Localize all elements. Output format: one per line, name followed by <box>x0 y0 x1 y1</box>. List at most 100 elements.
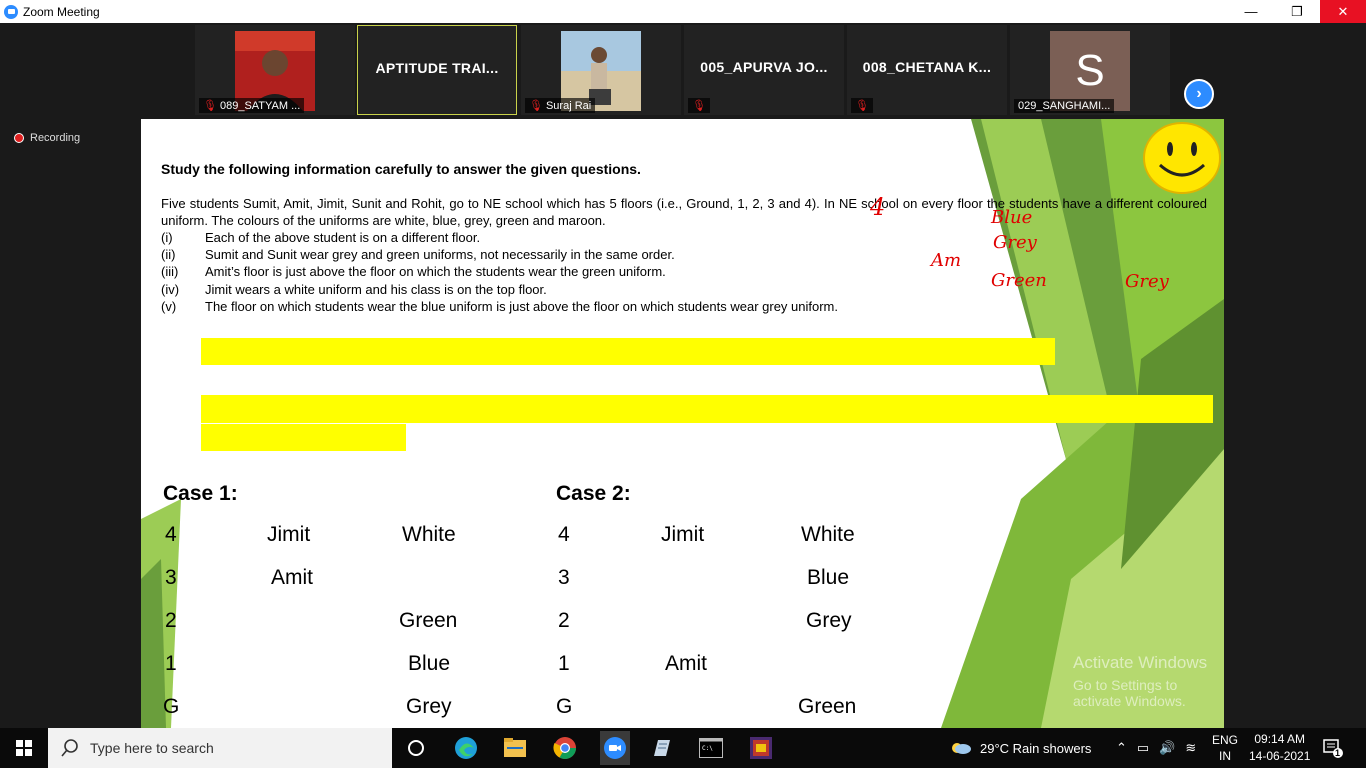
highlight-bar <box>201 338 1055 365</box>
taskbar-search-box[interactable]: Type here to search <box>48 728 392 768</box>
taskbar-chrome[interactable] <box>551 734 579 762</box>
notification-icon <box>1323 739 1343 758</box>
clue-text: Each of the above student is on a differ… <box>205 230 481 245</box>
minimize-button[interactable]: — <box>1228 0 1274 23</box>
case-2-floor: 1 <box>558 652 570 675</box>
participant-name-tag: 🎙 <box>851 98 873 113</box>
case-2-color: Blue <box>807 566 850 589</box>
clue-text: The floor on which students wear the blu… <box>205 299 838 314</box>
case-1-floor: G <box>163 695 180 718</box>
app-icon <box>750 737 772 759</box>
case-1-title: Case 1: <box>163 482 238 505</box>
smiley-face-icon <box>1143 122 1221 194</box>
case-2-name: Amit <box>665 652 707 675</box>
activate-windows-watermark-sub: Go to Settings to activate Windows. <box>1073 677 1186 709</box>
taskbar-edge[interactable] <box>452 734 480 762</box>
taskbar-zoom-active[interactable] <box>600 731 630 765</box>
participant-tile[interactable]: 🎙 089_SATYAM ... <box>195 25 355 115</box>
notepad-icon <box>654 740 670 756</box>
folder-icon <box>504 738 526 757</box>
clock[interactable]: 09:14 AM 14-06-2021 <box>1249 728 1310 768</box>
highlight-bar <box>201 395 1213 423</box>
system-tray[interactable]: ⌃ ▭ 🔊 ≋ <box>1116 728 1196 768</box>
task-view-button[interactable] <box>402 734 430 762</box>
case-1-color: White <box>402 523 456 546</box>
participant-tile[interactable]: 🎙 Suraj Rai <box>521 25 681 115</box>
chevron-up-icon[interactable]: ⌃ <box>1116 740 1127 756</box>
participant-name-tag: 🎙 <box>688 98 710 113</box>
shared-screen-slide: Study the following information carefull… <box>141 119 1224 728</box>
participant-tile[interactable]: 008_CHETANA K... 🎙 <box>847 25 1007 115</box>
case-2-color: Grey <box>806 609 852 632</box>
language-code: ENG <box>1212 733 1239 747</box>
case-1-color: Grey <box>406 695 452 718</box>
participant-name: APTITUDE TRAI... <box>375 60 499 76</box>
region-code: IN <box>1219 749 1231 763</box>
case-1-color: Blue <box>408 652 451 675</box>
case-1-name: Amit <box>271 566 313 589</box>
weather-widget[interactable]: 29°C Rain showers <box>950 728 1091 768</box>
handwritten-annotation: Blue <box>991 207 1033 228</box>
case-1-color: Green <box>399 609 458 632</box>
clue-number: (iv) <box>161 282 180 297</box>
clue-item: (ii) Sumit and Sunit wear grey and green … <box>161 247 675 262</box>
case-2-title: Case 2: <box>556 482 631 505</box>
language-indicator[interactable]: ENG IN <box>1212 728 1238 768</box>
recording-indicator[interactable]: Recording <box>14 132 80 144</box>
taskbar-app[interactable] <box>648 734 676 762</box>
clue-item: (v) The floor on which students wear the … <box>161 299 838 314</box>
start-button[interactable] <box>0 728 48 768</box>
taskbar-terminal[interactable]: C:\ <box>697 734 725 762</box>
clue-number: (ii) <box>161 247 176 262</box>
rain-cloud-icon <box>952 743 971 754</box>
case-2-name: Jimit <box>661 523 705 546</box>
taskbar-file-explorer[interactable] <box>501 734 529 762</box>
case-2-floor: 2 <box>558 609 570 632</box>
participant-name-tag: 🎙 Suraj Rai <box>525 98 596 113</box>
clock-date: 14-06-2021 <box>1249 749 1311 763</box>
clock-time: 09:14 AM <box>1254 732 1306 746</box>
handwritten-annotation: 4 <box>870 193 886 221</box>
handwritten-annotation: Green <box>991 270 1047 291</box>
participant-tile[interactable]: S 029_SANGHAMI... <box>1010 25 1170 115</box>
handwritten-annotation: Am <box>931 250 962 271</box>
window-title: Zoom Meeting <box>23 4 100 19</box>
participant-name: 089_SATYAM ... <box>219 99 301 112</box>
clue-text: Sumit and Sunit wear grey and green unif… <box>205 247 675 262</box>
participant-tile[interactable]: 005_APURVA JO... 🎙 <box>684 25 844 115</box>
case-2-floor: 3 <box>558 566 570 589</box>
search-placeholder: Type here to search <box>90 740 214 756</box>
maximize-button[interactable]: ❐ <box>1274 0 1320 23</box>
clue-text: Jimit wears a white uniform and his clas… <box>205 282 547 297</box>
clue-item: (i) Each of the above student is on a dif… <box>161 230 480 245</box>
mic-muted-icon: 🎙 <box>855 100 869 112</box>
edge-browser-icon <box>455 737 477 759</box>
chrome-icon <box>553 737 576 759</box>
zoom-app-icon <box>4 4 18 19</box>
participant-tile-active-speaker[interactable]: APTITUDE TRAI... <box>357 25 517 115</box>
case-1-name: Jimit <box>267 523 311 546</box>
battery-icon[interactable]: ▭ <box>1137 740 1149 756</box>
record-icon <box>14 133 24 143</box>
slide-paragraph: Five students Sumit, Amit, Jimit, Sunit … <box>161 196 1207 228</box>
clue-number: (i) <box>161 230 173 245</box>
wifi-icon[interactable]: ≋ <box>1185 740 1196 756</box>
recording-label: Recording <box>30 132 81 144</box>
terminal-icon: C:\ <box>699 738 723 758</box>
next-page-button[interactable]: › <box>1184 79 1214 109</box>
search-icon <box>61 739 78 757</box>
activate-windows-watermark: Activate Windows <box>1073 653 1208 672</box>
highlight-bar <box>201 424 406 451</box>
windows-logo-icon <box>16 740 32 756</box>
participant-name: 008_CHETANA K... <box>862 59 992 75</box>
clue-number: (v) <box>161 299 177 314</box>
notification-center-button[interactable]: 1 <box>1322 728 1344 768</box>
case-2-floor: 4 <box>558 523 570 546</box>
participant-name: 005_APURVA JO... <box>700 59 828 75</box>
svg-text:C:\: C:\ <box>702 745 713 752</box>
participant-name: Suraj Rai <box>545 99 592 112</box>
taskbar-app-2[interactable] <box>747 734 775 762</box>
close-button[interactable]: ✕ <box>1320 0 1366 23</box>
volume-icon[interactable]: 🔊 <box>1159 740 1175 756</box>
participant-name: 029_SANGHAMI... <box>1018 100 1111 112</box>
